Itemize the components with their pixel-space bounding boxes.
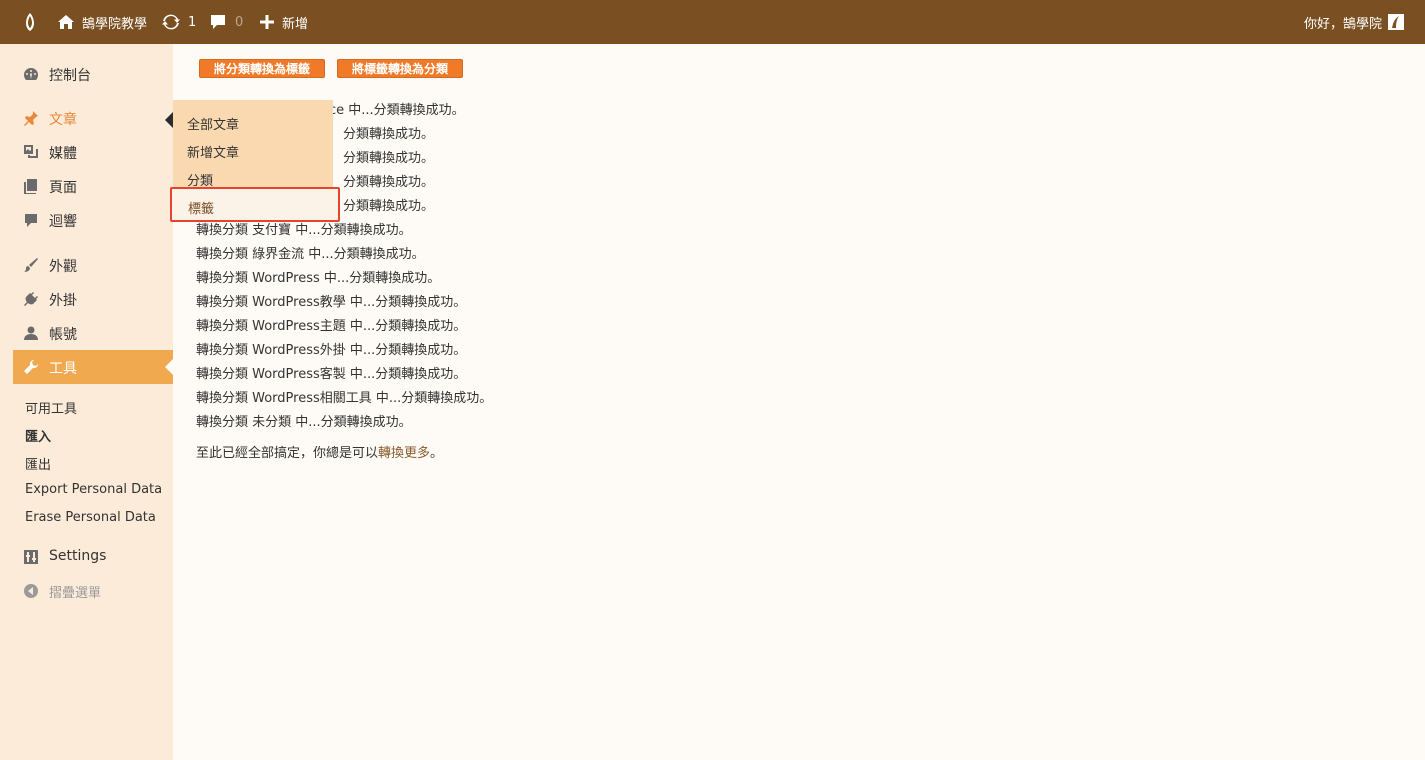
dashboard-icon [23,66,39,82]
menu-label: 摺疊選單 [49,586,102,601]
flyout-tags-label: 標籤 [188,202,215,217]
result-line: 分類轉換成功。 [343,175,435,190]
greeting-text: 你好，鵠學院 [1304,16,1383,32]
wrench-icon [23,359,39,375]
new-content-link[interactable]: 新增 [260,0,308,44]
avatar-icon [1388,14,1405,30]
refresh-icon [162,14,180,30]
collapse-menu-button[interactable]: 摺疊選單 [13,574,173,608]
submenu-available-tools[interactable]: 可用工具 [25,398,77,417]
plugin-icon [23,291,39,307]
user-icon [23,325,39,341]
brush-icon [23,257,39,273]
site-name-link[interactable]: 鵠學院教學 [58,0,147,44]
menu-settings[interactable]: Settings [13,540,173,574]
updates-count: 1 [188,14,197,30]
menu-label: 外觀 [49,259,77,275]
menu-label: 媒體 [49,146,77,162]
comments-link[interactable]: 0 [210,0,243,44]
updates-link[interactable]: 1 [162,0,196,44]
plus-icon [260,15,274,29]
convert-tags-to-categories-button[interactable]: 將標籤轉換為分類 [337,59,463,78]
submenu-import[interactable]: 匯入 [25,426,51,445]
flyout-tags[interactable]: 標籤 [170,187,340,222]
result-line: ce 中...分類轉換成功。 [329,103,465,118]
comment-bubble-icon [211,15,225,29]
result-line: 分類轉換成功。 [343,199,435,214]
menu-users[interactable]: 帳號 [13,316,173,350]
menu-label: 控制台 [49,68,91,84]
current-menu-pointer [165,359,173,375]
submenu-erase-personal-data[interactable]: Erase Personal Data [25,510,156,525]
comment-icon [23,212,39,228]
collapse-icon [23,583,39,599]
result-line: 轉換分類 WordPress教學 中...分類轉換成功。 [196,295,467,310]
result-line: 轉換分類 WordPress外掛 中...分類轉換成功。 [196,343,467,358]
menu-label: 頁面 [49,180,77,196]
menu-label: 工具 [49,361,77,377]
menu-pages[interactable]: 頁面 [13,169,173,203]
menu-label: Settings [49,548,107,564]
result-line: 轉換分類 WordPress 中...分類轉換成功。 [196,271,441,286]
result-line: 分類轉換成功。 [343,151,435,166]
menu-label: 文章 [49,112,77,128]
submenu-export-personal-data[interactable]: Export Personal Data [25,482,162,497]
result-line: 轉換分類 WordPress相關工具 中...分類轉換成功。 [196,391,493,406]
my-account-link[interactable]: 你好，鵠學院 [1304,0,1405,44]
new-label: 新增 [282,16,309,32]
convert-more-link[interactable]: 轉換更多 [378,446,430,461]
convert-categories-to-tags-button[interactable]: 將分類轉換為標籤 [199,59,325,78]
menu-label: 外掛 [49,293,77,309]
result-line: 轉換分類 綠界金流 中...分類轉換成功。 [196,247,425,262]
menu-comments[interactable]: 迴響 [13,203,173,237]
settings-icon [23,549,39,565]
flyout-all-posts[interactable]: 全部文章 [187,114,239,133]
menu-label: 帳號 [49,327,77,343]
feather-logo-icon [26,13,34,31]
flyout-add-new-post[interactable]: 新增文章 [187,142,239,161]
menu-label: 迴響 [49,214,77,230]
menu-tools[interactable]: 工具 [13,350,173,384]
menu-plugins[interactable]: 外掛 [13,282,173,316]
wp-logo-button[interactable] [20,0,40,44]
result-line: 轉換分類 WordPress主題 中...分類轉換成功。 [196,319,467,334]
result-line: 轉換分類 未分類 中...分類轉換成功。 [196,415,412,430]
pin-icon [23,110,39,126]
menu-appearance[interactable]: 外觀 [13,248,173,282]
completion-message: 至此已經全部搞定，你總是可以轉換更多。 [196,442,443,461]
menu-media[interactable]: 媒體 [13,135,173,169]
submenu-export[interactable]: 匯出 [25,454,51,473]
comments-count: 0 [235,14,244,30]
page-icon [23,178,39,194]
completion-text: 至此已經全部搞定，你總是可以 [196,446,379,461]
media-icon [23,144,39,160]
completion-period: 。 [430,446,444,461]
site-name: 鵠學院教學 [82,16,148,32]
result-line: 分類轉換成功。 [343,127,435,142]
submenu-pointer [165,112,173,128]
menu-posts[interactable]: 文章 [13,101,173,135]
result-line: 轉換分類 WordPress客製 中...分類轉換成功。 [196,367,467,382]
menu-dashboard[interactable]: 控制台 [13,57,173,91]
home-icon [58,15,74,29]
admin-bar: 鵠學院教學 1 0 新增 你好，鵠學院 [0,0,1425,44]
